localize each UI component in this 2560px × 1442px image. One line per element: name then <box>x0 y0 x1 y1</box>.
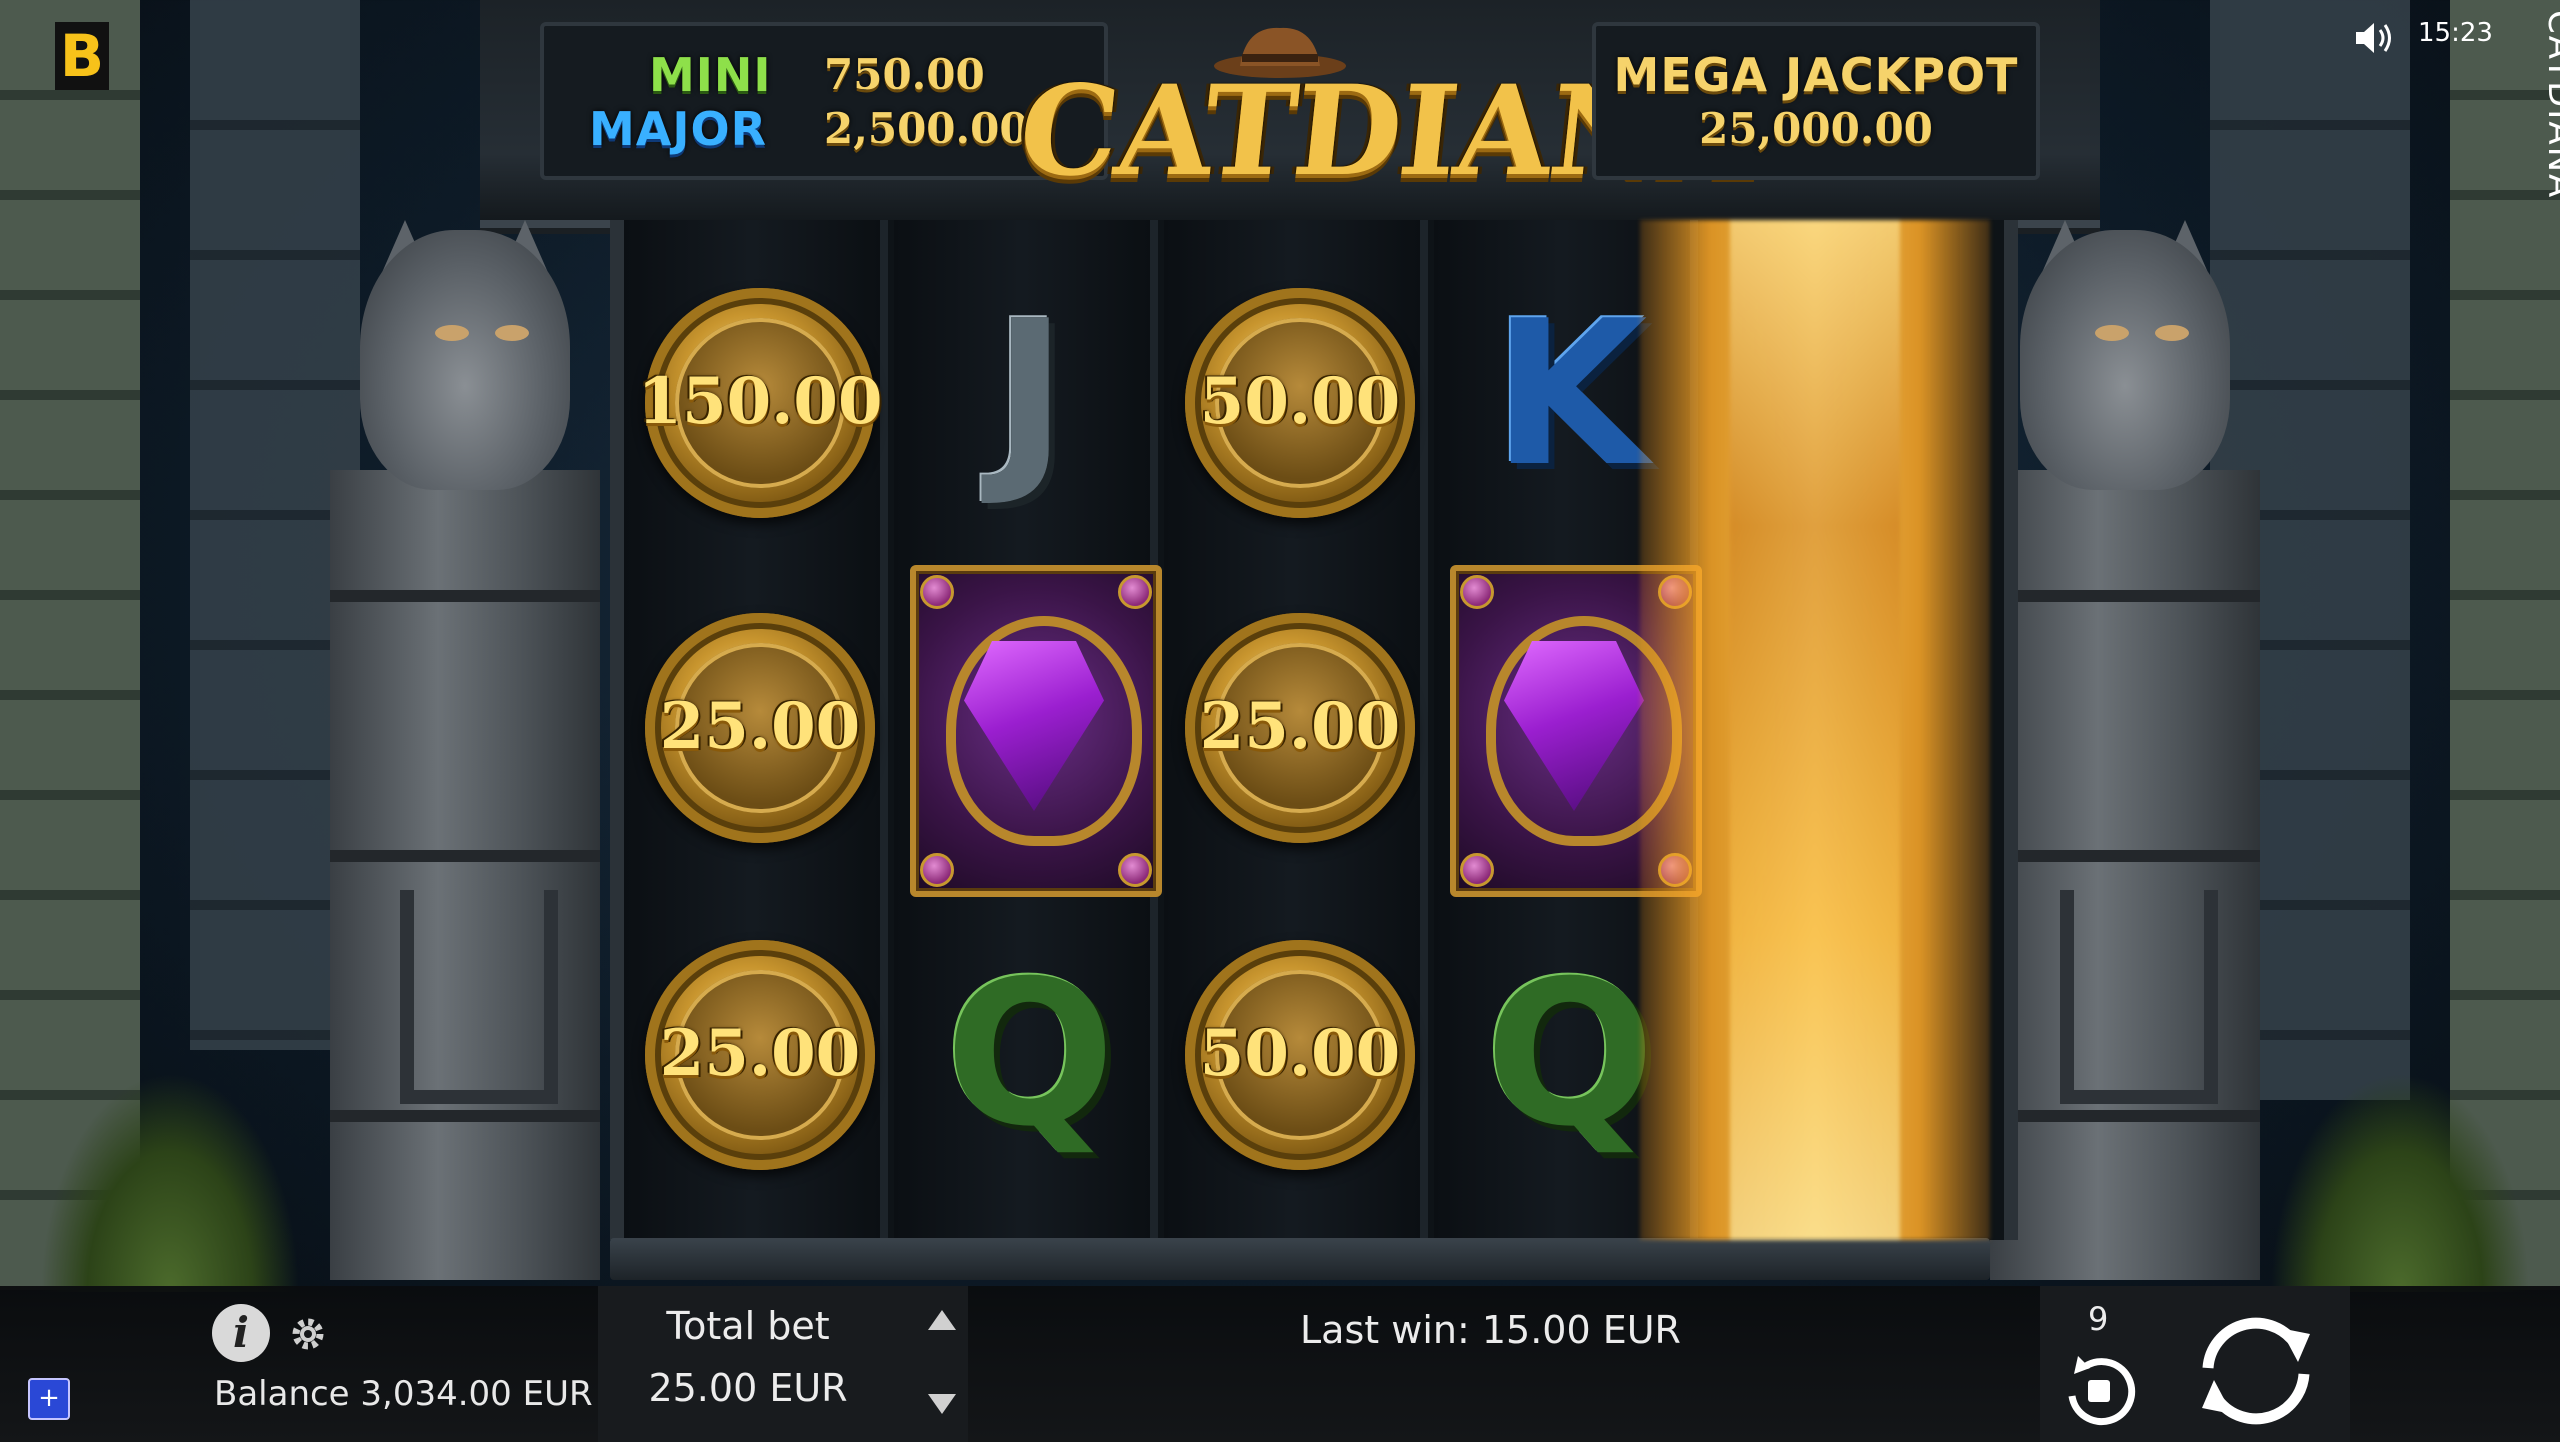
coin-symbol: 50.00 <box>1185 288 1415 518</box>
coin-symbol: 25.00 <box>645 613 875 843</box>
major-label: MAJOR <box>589 102 768 156</box>
jackpot-header: MINI 750.00 MAJOR 2,500.00 CATDIANA MEGA… <box>480 0 2100 228</box>
bet-decrease-icon[interactable] <box>928 1394 956 1414</box>
jungle-plant-left <box>40 1072 300 1292</box>
control-bar: + i Balance 3,034.00 EUR Total bet 25.00… <box>0 1286 2560 1442</box>
letter-q-symbol: Q <box>944 938 1116 1171</box>
gem-symbol <box>910 565 1162 897</box>
cat-statue-right <box>1990 220 2260 1280</box>
info-button[interactable]: i <box>212 1304 270 1362</box>
game-logo: CATDIANA <box>1012 20 1763 220</box>
brand-logo: B <box>55 22 109 90</box>
letter-j-symbol: J <box>992 278 1068 511</box>
coin-symbol: 25.00 <box>1185 613 1415 843</box>
spinning-reel-beam <box>1640 220 1990 1240</box>
mini-value: 750.00 <box>824 50 985 99</box>
logo-text: CATDIANA <box>1012 59 1764 204</box>
vertical-game-title: CATDIANA <box>2540 10 2560 200</box>
mega-jackpot-label: MEGA JACKPOT <box>1613 48 2019 102</box>
stop-autoplay-icon[interactable] <box>2056 1346 2144 1434</box>
cat-statue-left <box>330 220 600 1280</box>
autoplay-count: 9 <box>2088 1300 2109 1338</box>
total-bet-label: Total bet <box>666 1304 830 1348</box>
total-bet-value: 25.00 EUR <box>648 1366 848 1410</box>
coin-symbol: 150.00 <box>638 288 882 518</box>
balance-display: Balance 3,034.00 EUR <box>214 1374 593 1414</box>
coin-symbol: 25.00 <box>645 940 875 1170</box>
jackpot-panel-right: MEGA JACKPOT 25,000.00 <box>1592 22 2040 180</box>
major-value: 2,500.00 <box>824 104 1029 153</box>
gear-icon[interactable] <box>288 1314 328 1354</box>
speaker-icon[interactable] <box>2352 18 2396 58</box>
last-win-display: Last win: 15.00 EUR <box>1300 1308 1681 1352</box>
mega-jackpot-value: 25,000.00 <box>1699 104 1933 153</box>
add-funds-button[interactable]: + <box>28 1378 70 1420</box>
reel-base <box>610 1238 1990 1280</box>
coin-symbol: 50.00 <box>1185 940 1415 1170</box>
clock: 15:23 <box>2418 18 2493 48</box>
bet-panel: Total bet 25.00 EUR <box>598 1286 968 1442</box>
mini-label: MINI <box>649 48 772 102</box>
spin-icon[interactable] <box>2186 1306 2326 1436</box>
bet-increase-icon[interactable] <box>928 1310 956 1330</box>
jungle-plant-right <box>2270 1072 2530 1292</box>
